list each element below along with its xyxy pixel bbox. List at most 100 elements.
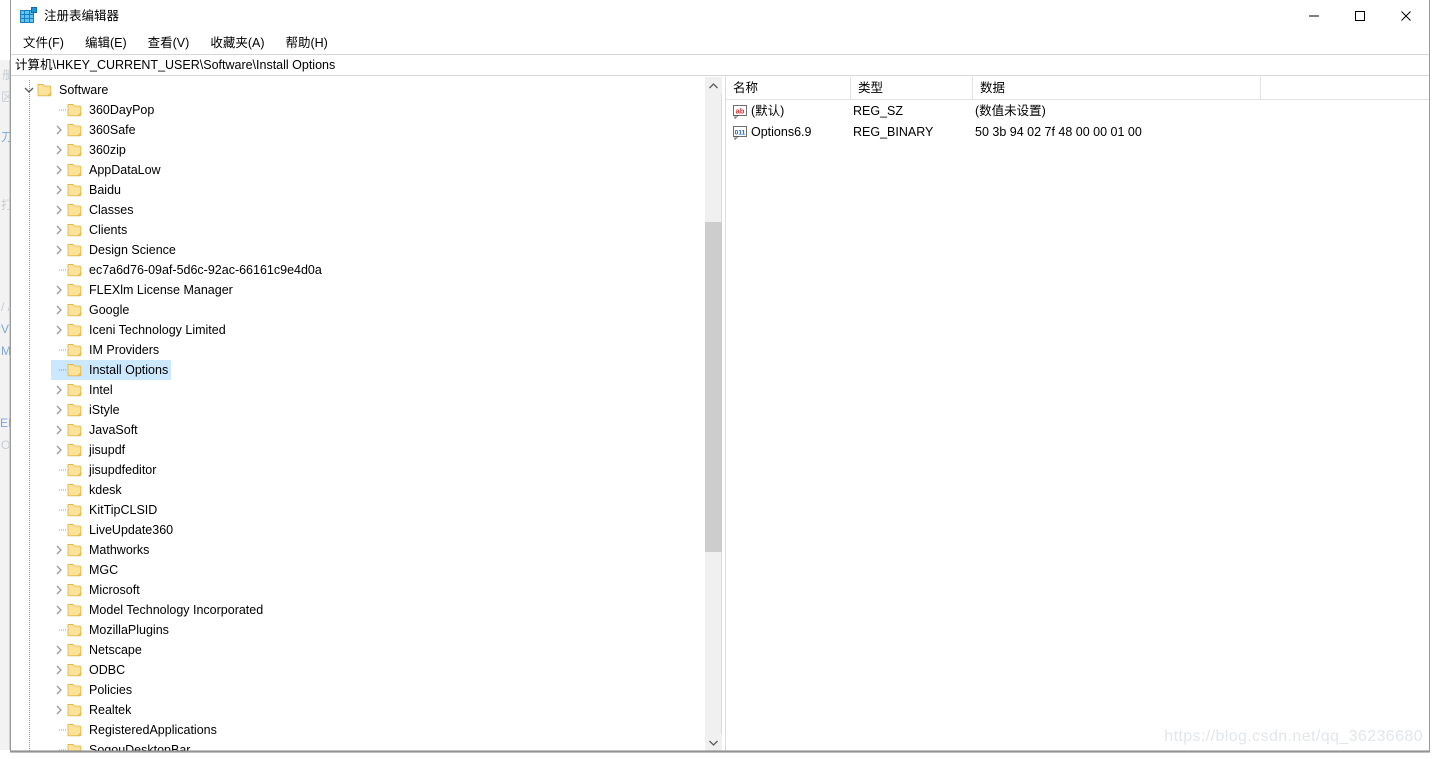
tree-item[interactable]: LiveUpdate360 [11,520,704,540]
address-bar[interactable]: 计算机\HKEY_CURRENT_USER\Software\Install O… [11,54,1429,76]
tree-item[interactable]: Baidu [11,180,704,200]
folder-icon [67,123,83,137]
tree-item[interactable]: FLEXlm License Manager [11,280,704,300]
chevron-right-icon[interactable] [51,220,67,240]
tree-item[interactable]: Iceni Technology Limited [11,320,704,340]
folder-icon [67,403,83,417]
tree-item[interactable]: AppDataLow [11,160,704,180]
tree-item-label: Model Technology Incorporated [89,603,264,617]
tree-item-selected[interactable]: Install Options [11,360,704,380]
tree-vertical-scrollbar[interactable] [704,77,722,751]
minimize-button[interactable] [1291,0,1337,32]
tree-item-label: 360zip [89,143,126,157]
chevron-right-icon[interactable] [51,280,67,300]
svg-text:ab: ab [736,106,745,115]
folder-icon [67,483,83,497]
chevron-right-icon[interactable] [51,160,67,180]
value-row[interactable]: 011 Options6.9 REG_BINARY 50 3b 94 02 7f 48… [726,122,1429,143]
tree-item[interactable]: 360Safe [11,120,704,140]
tree-item[interactable]: RegisteredApplications [11,720,704,740]
address-path-text: 计算机\HKEY_CURRENT_USER\Software\Install O… [15,58,336,72]
menu-item-5[interactable]: 帮助(H) [285,32,327,54]
tree-item[interactable]: Realtek [11,700,704,720]
tree-item[interactable]: MGC [11,560,704,580]
tree-item[interactable]: Design Science [11,240,704,260]
values-list-body: ab (默认) REG_SZ (数值未设置) 011 Options6.9 REG_BINA… [726,100,1429,751]
folder-icon [67,343,83,357]
folder-icon [67,663,83,677]
tree-item-label: 360Safe [89,123,136,137]
tree-item[interactable]: Microsoft [11,580,704,600]
string-value-icon: ab [733,104,747,119]
tree-item[interactable]: ec7a6d76-09af-5d6c-92ac-66161c9e4d0a [11,260,704,280]
chevron-right-icon[interactable] [51,600,67,620]
menu-item-4[interactable]: 收藏夹(A) [210,32,264,54]
chevron-right-icon[interactable] [51,680,67,700]
tree-item[interactable]: Software [11,80,704,100]
chevron-right-icon[interactable] [51,660,67,680]
value-name-text: Options6.9 [751,125,812,139]
regedit-icon [20,7,37,24]
folder-icon [67,223,83,237]
chevron-right-icon[interactable] [51,200,67,220]
tree-item[interactable]: Google [11,300,704,320]
tree-item[interactable]: Netscape [11,640,704,660]
folder-icon [67,363,83,377]
tree-item[interactable]: MozillaPlugins [11,620,704,640]
menu-item-3[interactable]: 查看(V) [148,32,190,54]
column-header-name[interactable]: 名称 [726,77,851,99]
tree-item[interactable]: 360zip [11,140,704,160]
tree-item[interactable]: iStyle [11,400,704,420]
tree-item[interactable]: jisupdf [11,440,704,460]
chevron-right-icon[interactable] [51,580,67,600]
tree-item[interactable]: Clients [11,220,704,240]
tree-item-label: Software [59,83,109,97]
maximize-button[interactable] [1337,0,1383,32]
tree-item[interactable]: Intel [11,380,704,400]
scroll-up-icon[interactable] [705,77,722,94]
chevron-right-icon[interactable] [51,320,67,340]
tree-item[interactable]: jisupdfeditor [11,460,704,480]
menu-item-1[interactable]: 文件(F) [23,32,64,54]
scrollbar-track[interactable] [705,94,722,734]
tree-item[interactable]: 360DayPop [11,100,704,120]
values-column-headers: 名称 类型 数据 [726,77,1429,100]
tree-item[interactable]: kdesk [11,480,704,500]
tree-leaf-connector [51,480,67,500]
chevron-right-icon[interactable] [51,700,67,720]
chevron-right-icon[interactable] [51,560,67,580]
column-header-type[interactable]: 类型 [851,77,973,99]
tree-item[interactable]: Policies [11,680,704,700]
chevron-down-icon[interactable] [21,80,37,100]
tree-item[interactable]: Classes [11,200,704,220]
scrollbar-thumb[interactable] [705,222,722,552]
chevron-right-icon[interactable] [51,640,67,660]
chevron-right-icon[interactable] [51,120,67,140]
column-header-data[interactable]: 数据 [973,77,1261,99]
scroll-down-icon[interactable] [705,734,722,751]
chevron-right-icon[interactable] [51,180,67,200]
tree-item[interactable]: Mathworks [11,540,704,560]
tree-item[interactable]: IM Providers [11,340,704,360]
tree-item[interactable]: KitTipCLSID [11,500,704,520]
chevron-right-icon[interactable] [51,240,67,260]
folder-icon [67,303,83,317]
close-button[interactable] [1383,0,1429,32]
window-title: 注册表编辑器 [44,9,120,23]
tree-item[interactable]: ODBC [11,660,704,680]
tree-item-label: ODBC [89,663,126,677]
tree-item[interactable]: Model Technology Incorporated [11,600,704,620]
chevron-right-icon[interactable] [51,380,67,400]
chevron-right-icon[interactable] [51,400,67,420]
watermark-text: https://blog.csdn.net/qq_36236680 [1164,728,1423,745]
menu-item-2[interactable]: 编辑(E) [85,32,127,54]
chevron-right-icon[interactable] [51,300,67,320]
tree-item[interactable]: JavaSoft [11,420,704,440]
tree-item-label: Policies [89,683,133,697]
chevron-right-icon[interactable] [51,420,67,440]
folder-icon [67,383,83,397]
chevron-right-icon[interactable] [51,440,67,460]
value-row[interactable]: ab (默认) REG_SZ (数值未设置) [726,101,1429,122]
chevron-right-icon[interactable] [51,140,67,160]
chevron-right-icon[interactable] [51,540,67,560]
